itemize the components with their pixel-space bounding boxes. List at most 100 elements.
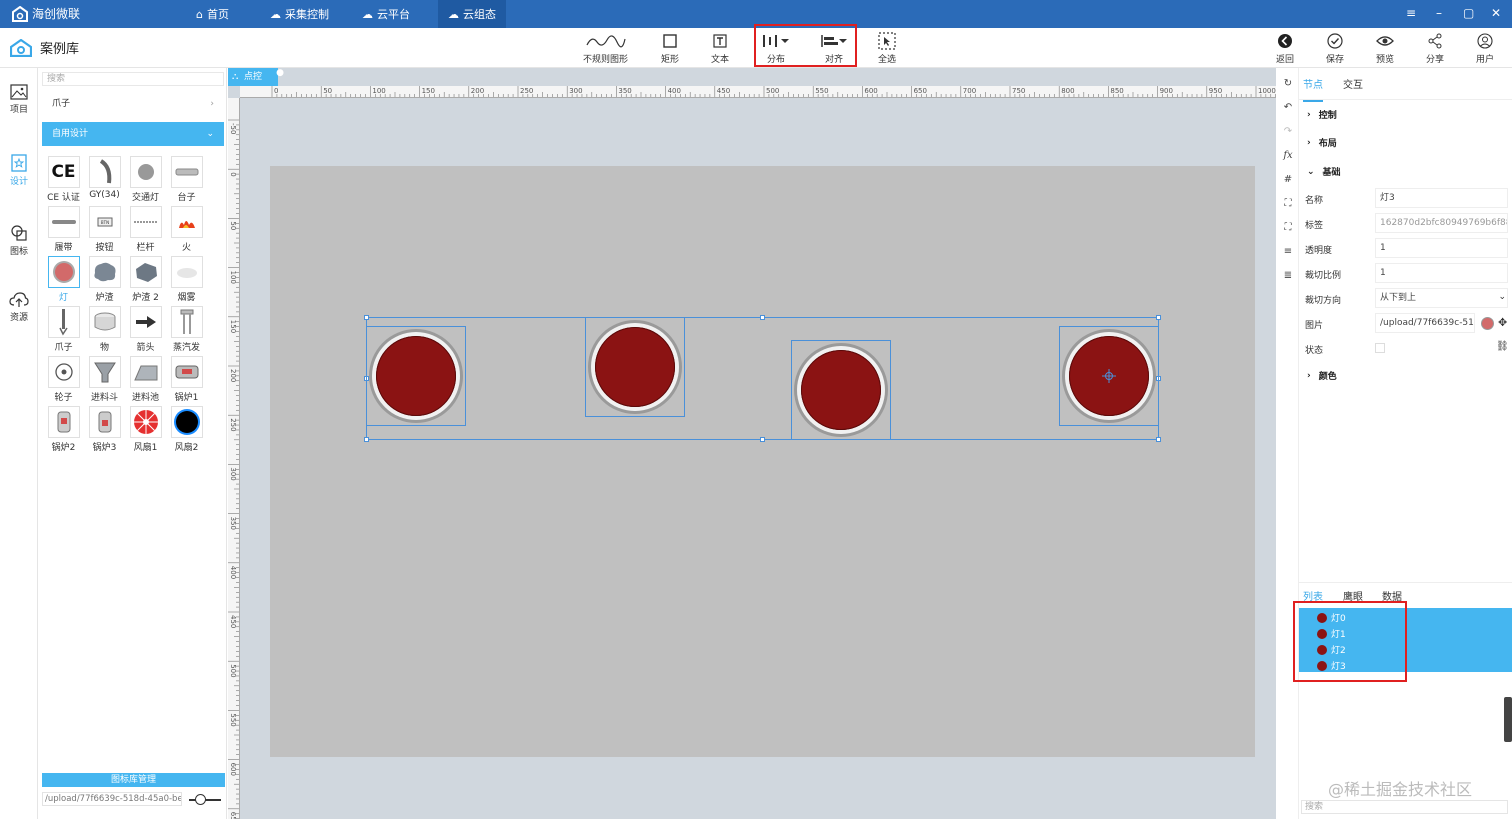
refresh-icon[interactable]: ↻ bbox=[1281, 76, 1295, 90]
minimize-icon[interactable]: – bbox=[1436, 6, 1442, 20]
group-control-label: 控制 bbox=[1318, 111, 1337, 121]
component-feed-pool[interactable]: 进料池 bbox=[125, 356, 166, 403]
nav-cloud-platform[interactable]: ☁ 云平台 bbox=[352, 0, 420, 28]
crop-ratio-input[interactable]: 1 bbox=[1375, 263, 1508, 283]
nav-collect[interactable]: ☁ 采集控制 bbox=[260, 0, 339, 28]
icon-library-manager-button[interactable]: 图标库管理 bbox=[42, 773, 225, 787]
tag-input[interactable]: 162870d2bfc80949769b6f88c4 bbox=[1375, 213, 1508, 233]
nav-home[interactable]: ⌂ 首页 bbox=[186, 0, 239, 28]
ruler-label: 200 bbox=[471, 87, 484, 95]
upload-path-field[interactable]: /upload/77f6639c-518d-45a0-be bbox=[42, 792, 182, 806]
function-icon[interactable]: fx bbox=[1281, 148, 1295, 162]
component-arrow[interactable]: 箭头 bbox=[125, 306, 166, 353]
component-boiler-2[interactable]: 锅炉2 bbox=[43, 406, 84, 453]
category-custom-label: 自用设计 bbox=[52, 129, 89, 139]
lamp-1[interactable] bbox=[588, 320, 682, 414]
component-slag-2[interactable]: 炉渣 2 bbox=[125, 256, 166, 303]
list-alt-icon[interactable]: ≣ bbox=[1281, 268, 1295, 282]
grid-icon[interactable]: # bbox=[1281, 172, 1295, 186]
close-icon[interactable]: ✕ bbox=[1491, 6, 1501, 20]
move-icon[interactable]: ✥ bbox=[1498, 316, 1507, 329]
align-tool[interactable]: 对齐 bbox=[820, 32, 848, 65]
text-tool[interactable]: 文本 bbox=[711, 32, 729, 65]
component-platform[interactable]: 台子 bbox=[166, 156, 207, 203]
category-claw[interactable]: 爪子 › bbox=[42, 92, 224, 116]
rect-tool[interactable]: 矩形 bbox=[661, 32, 679, 65]
component-traffic-light[interactable]: 交通灯 bbox=[125, 156, 166, 203]
layer-search-input[interactable]: 搜索 bbox=[1301, 800, 1508, 814]
name-input[interactable]: 灯3 bbox=[1375, 188, 1508, 208]
canvas-tab[interactable]: ⛬ 点控 ● bbox=[228, 68, 284, 86]
component-smoke[interactable]: 烟雾 bbox=[166, 256, 207, 303]
component-ce[interactable]: CE CE 认证 bbox=[43, 156, 84, 203]
user-button[interactable]: 用户 bbox=[1476, 32, 1494, 65]
link-icon[interactable]: ⛓ bbox=[1496, 341, 1509, 352]
back-button[interactable]: 返回 bbox=[1276, 32, 1294, 65]
nav-project[interactable]: 项目 bbox=[0, 84, 38, 115]
opacity-input[interactable]: 1 bbox=[1375, 238, 1508, 258]
resize-handle[interactable] bbox=[1156, 315, 1161, 320]
ruler-label: 650 bbox=[229, 812, 237, 819]
component-boiler-1[interactable]: 锅炉1 bbox=[166, 356, 207, 403]
undo-icon[interactable]: ↶ bbox=[1281, 100, 1295, 114]
lamp-0[interactable] bbox=[369, 329, 463, 423]
component-fan-1[interactable]: 风扇1 bbox=[125, 406, 166, 453]
preview-button[interactable]: 预览 bbox=[1376, 32, 1394, 65]
crop-direction-select[interactable]: 从下到上 bbox=[1375, 288, 1508, 308]
component-lamp[interactable]: 灯 bbox=[43, 256, 84, 303]
fit-screen-icon[interactable]: ⛶ bbox=[1281, 196, 1295, 210]
component-railing[interactable]: 栏杆 bbox=[125, 206, 166, 253]
nav-icons[interactable]: 图标 bbox=[0, 224, 38, 257]
component-feed-hopper[interactable]: 进料斗 bbox=[84, 356, 125, 403]
component-gy34[interactable]: GY(34) bbox=[84, 156, 125, 202]
component-boiler-3[interactable]: 锅炉3 bbox=[84, 406, 125, 453]
nav-resources[interactable]: 资源 bbox=[0, 292, 38, 323]
artboard[interactable] bbox=[270, 166, 1255, 757]
group-layout[interactable]: › 布局 bbox=[1307, 136, 1337, 150]
fullscreen-icon[interactable]: ⛶ bbox=[1281, 220, 1295, 234]
redo-icon[interactable]: ↷ bbox=[1281, 124, 1295, 138]
maximize-icon[interactable]: ▢ bbox=[1463, 6, 1474, 20]
category-custom-design[interactable]: 自用设计 ⌄ bbox=[42, 122, 224, 146]
image-path-input[interactable]: /upload/77f6639c-518 bbox=[1375, 313, 1475, 333]
nav-cloud-scada[interactable]: ☁ 云组态 bbox=[438, 0, 506, 28]
slider-knob[interactable] bbox=[195, 794, 206, 805]
lamp-3[interactable] bbox=[1062, 329, 1156, 423]
group-selection-box[interactable] bbox=[366, 317, 1159, 440]
zoom-slider[interactable] bbox=[189, 794, 221, 805]
component-conveyor[interactable]: 履带 bbox=[43, 206, 84, 253]
resize-handle[interactable] bbox=[760, 437, 765, 442]
scrollbar-handle[interactable] bbox=[1504, 697, 1512, 742]
nav-design[interactable]: 设计 bbox=[0, 154, 38, 187]
list-icon[interactable]: ≡ bbox=[1281, 244, 1295, 258]
component-object[interactable]: 物 bbox=[84, 306, 125, 353]
tab-interaction[interactable]: 交互 bbox=[1343, 76, 1363, 91]
resize-handle[interactable] bbox=[760, 315, 765, 320]
resize-handle[interactable] bbox=[364, 437, 369, 442]
library-search-input[interactable]: 搜索 bbox=[42, 72, 224, 86]
component-button[interactable]: BTN 按钮 bbox=[84, 206, 125, 253]
menu-icon[interactable]: ≡ bbox=[1406, 6, 1416, 20]
component-fan-2[interactable]: 风扇2 bbox=[166, 406, 207, 453]
lamp-2[interactable] bbox=[794, 343, 888, 437]
share-button[interactable]: 分享 bbox=[1426, 32, 1444, 65]
component-wheel[interactable]: 轮子 bbox=[43, 356, 84, 403]
group-control[interactable]: › 控制 bbox=[1307, 108, 1337, 122]
component-claw[interactable]: 爪子 bbox=[43, 306, 84, 353]
group-basic[interactable]: ⌄ 基础 bbox=[1307, 165, 1341, 179]
distribute-tool[interactable]: 分布 bbox=[762, 32, 790, 65]
prop-label: 状态 bbox=[1305, 346, 1324, 356]
ruler-label: 900 bbox=[1160, 87, 1173, 95]
resize-handle[interactable] bbox=[1156, 437, 1161, 442]
component-slag[interactable]: 炉渣 bbox=[84, 256, 125, 303]
image-preview-swatch[interactable] bbox=[1481, 317, 1494, 330]
canvas-area[interactable]: ⛬ 点控 ● 0 50 100 150 200 250 300 350 400 450 500 550… bbox=[228, 68, 1276, 819]
component-steam-generator[interactable]: 蒸汽发 bbox=[166, 306, 207, 353]
save-button[interactable]: 保存 bbox=[1326, 32, 1344, 65]
resize-handle[interactable] bbox=[364, 315, 369, 320]
group-color[interactable]: › 颜色 bbox=[1307, 369, 1337, 383]
state-checkbox[interactable] bbox=[1375, 343, 1385, 353]
irregular-shape-tool[interactable]: 不规则图形 bbox=[583, 32, 628, 65]
select-all-tool[interactable]: 全选 bbox=[878, 32, 896, 65]
component-fire[interactable]: 火 bbox=[166, 206, 207, 253]
